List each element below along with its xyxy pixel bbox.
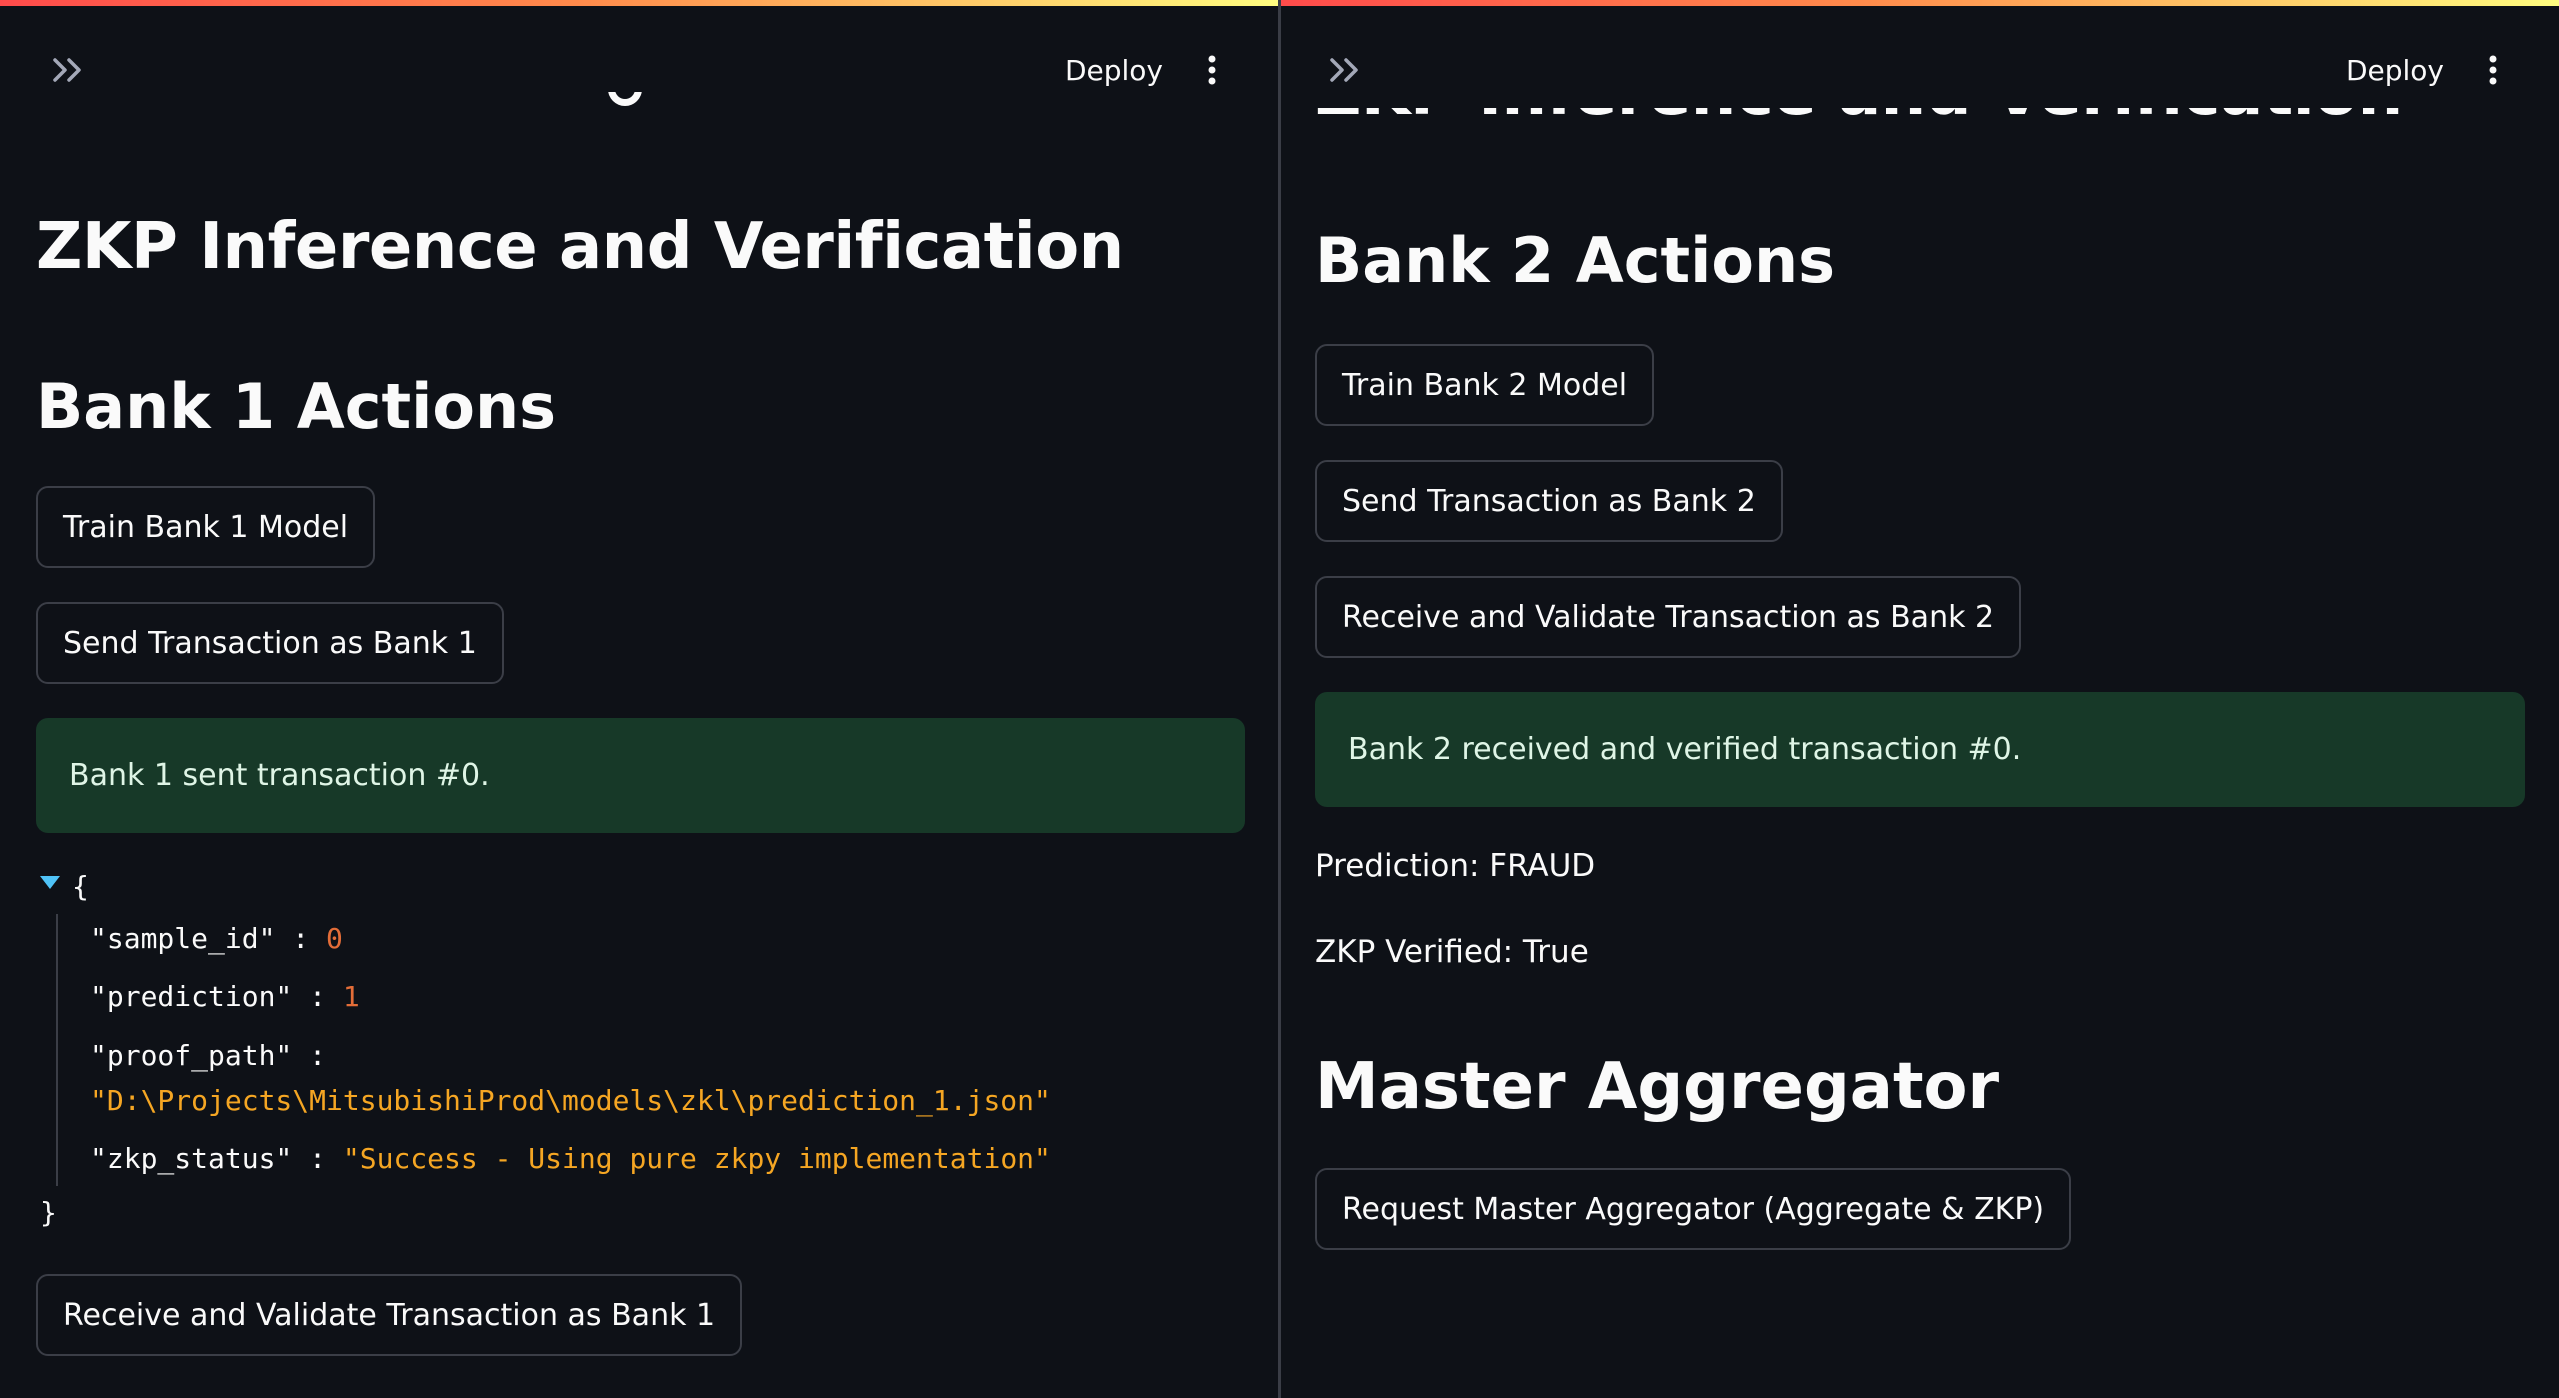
- json-viewer: { "sample_id" : 0 "prediction" : 1 "proo…: [36, 870, 1236, 1240]
- send-transaction-bank-1-button[interactable]: Send Transaction as Bank 1: [36, 602, 504, 684]
- receive-validate-bank-1-button[interactable]: Receive and Validate Transaction as Bank…: [36, 1274, 743, 1356]
- sidebar-expand-button[interactable]: [1321, 46, 1369, 94]
- json-open-brace: {: [72, 870, 89, 903]
- page-title-partial: ZKP Inference and Verification: [1315, 108, 2403, 130]
- json-row-zkp-status: "zkp_status" : "Success - Using pure zkp…: [90, 1142, 1051, 1175]
- success-alert: Bank 1 sent transaction #0.: [36, 718, 1245, 833]
- json-separator: :: [292, 922, 310, 955]
- json-value: 1: [342, 980, 360, 1013]
- zkp-verified-text: ZKP Verified: True: [1315, 934, 1589, 970]
- json-indent-guide: [56, 914, 58, 1186]
- collapse-caret-icon[interactable]: [40, 876, 60, 889]
- split-view: Deploy ZKP Inference and Verification Ba…: [0, 0, 2559, 1398]
- bank-1-actions-header: Bank 1 Actions: [36, 370, 557, 443]
- train-bank-2-button[interactable]: Train Bank 2 Model: [1315, 344, 1655, 426]
- json-key: "prediction": [90, 980, 293, 1013]
- json-row-proof-path: "proof_path" :: [90, 1039, 326, 1072]
- send-transaction-bank-2-button[interactable]: Send Transaction as Bank 2: [1315, 460, 1783, 542]
- scrolled-title-clip: ZKP Inference and Verification: [1315, 108, 2515, 146]
- right-app-pane: Deploy ZKP Inference and Verification Ba…: [1281, 0, 2559, 1398]
- json-close-brace: }: [40, 1196, 57, 1229]
- json-separator: :: [309, 1039, 327, 1072]
- sidebar-expand-button[interactable]: [44, 46, 92, 94]
- master-aggregator-header: Master Aggregator: [1315, 1050, 2000, 1124]
- double-chevron-right-icon: [1330, 58, 1358, 82]
- success-message: Bank 2 received and verified transaction…: [1348, 732, 2022, 767]
- vertical-ellipsis-icon: [1208, 55, 1216, 85]
- main-menu-button[interactable]: [2471, 46, 2515, 94]
- json-value: "Success - Using pure zkpy implementatio…: [342, 1142, 1051, 1175]
- vertical-ellipsis-icon: [2489, 55, 2497, 85]
- train-bank-1-button[interactable]: Train Bank 1 Model: [36, 486, 376, 568]
- success-alert: Bank 2 received and verified transaction…: [1315, 692, 2525, 807]
- json-value: 0: [326, 922, 343, 955]
- left-app-pane: Deploy ZKP Inference and Verification Ba…: [0, 0, 1278, 1398]
- json-value-proof-path: "D:\Projects\MitsubishiProd\models\zkl\p…: [90, 1084, 1051, 1117]
- json-key: "sample_id": [90, 922, 276, 955]
- json-row-sample-id: "sample_id" : 0: [90, 922, 343, 955]
- main-menu-button[interactable]: [1190, 46, 1234, 94]
- json-key: "zkp_status": [90, 1142, 293, 1175]
- json-separator: :: [309, 1142, 327, 1175]
- prediction-text: Prediction: FRAUD: [1315, 848, 1596, 884]
- deploy-button[interactable]: Deploy: [1065, 44, 1163, 96]
- receive-validate-bank-2-button[interactable]: Receive and Validate Transaction as Bank…: [1315, 576, 2022, 658]
- page-title: ZKP Inference and Verification: [36, 210, 1124, 284]
- json-separator: :: [309, 980, 327, 1013]
- double-chevron-right-icon: [53, 58, 81, 82]
- bank-2-actions-header: Bank 2 Actions: [1315, 224, 1836, 297]
- request-master-aggregator-button[interactable]: Request Master Aggregator (Aggregate & Z…: [1315, 1168, 2072, 1250]
- deploy-button[interactable]: Deploy: [2346, 44, 2444, 96]
- scrolled-heading-fragment: [600, 92, 660, 142]
- json-row-prediction: "prediction" : 1: [90, 980, 360, 1013]
- success-message: Bank 1 sent transaction #0.: [69, 758, 490, 793]
- json-key: "proof_path": [90, 1039, 293, 1072]
